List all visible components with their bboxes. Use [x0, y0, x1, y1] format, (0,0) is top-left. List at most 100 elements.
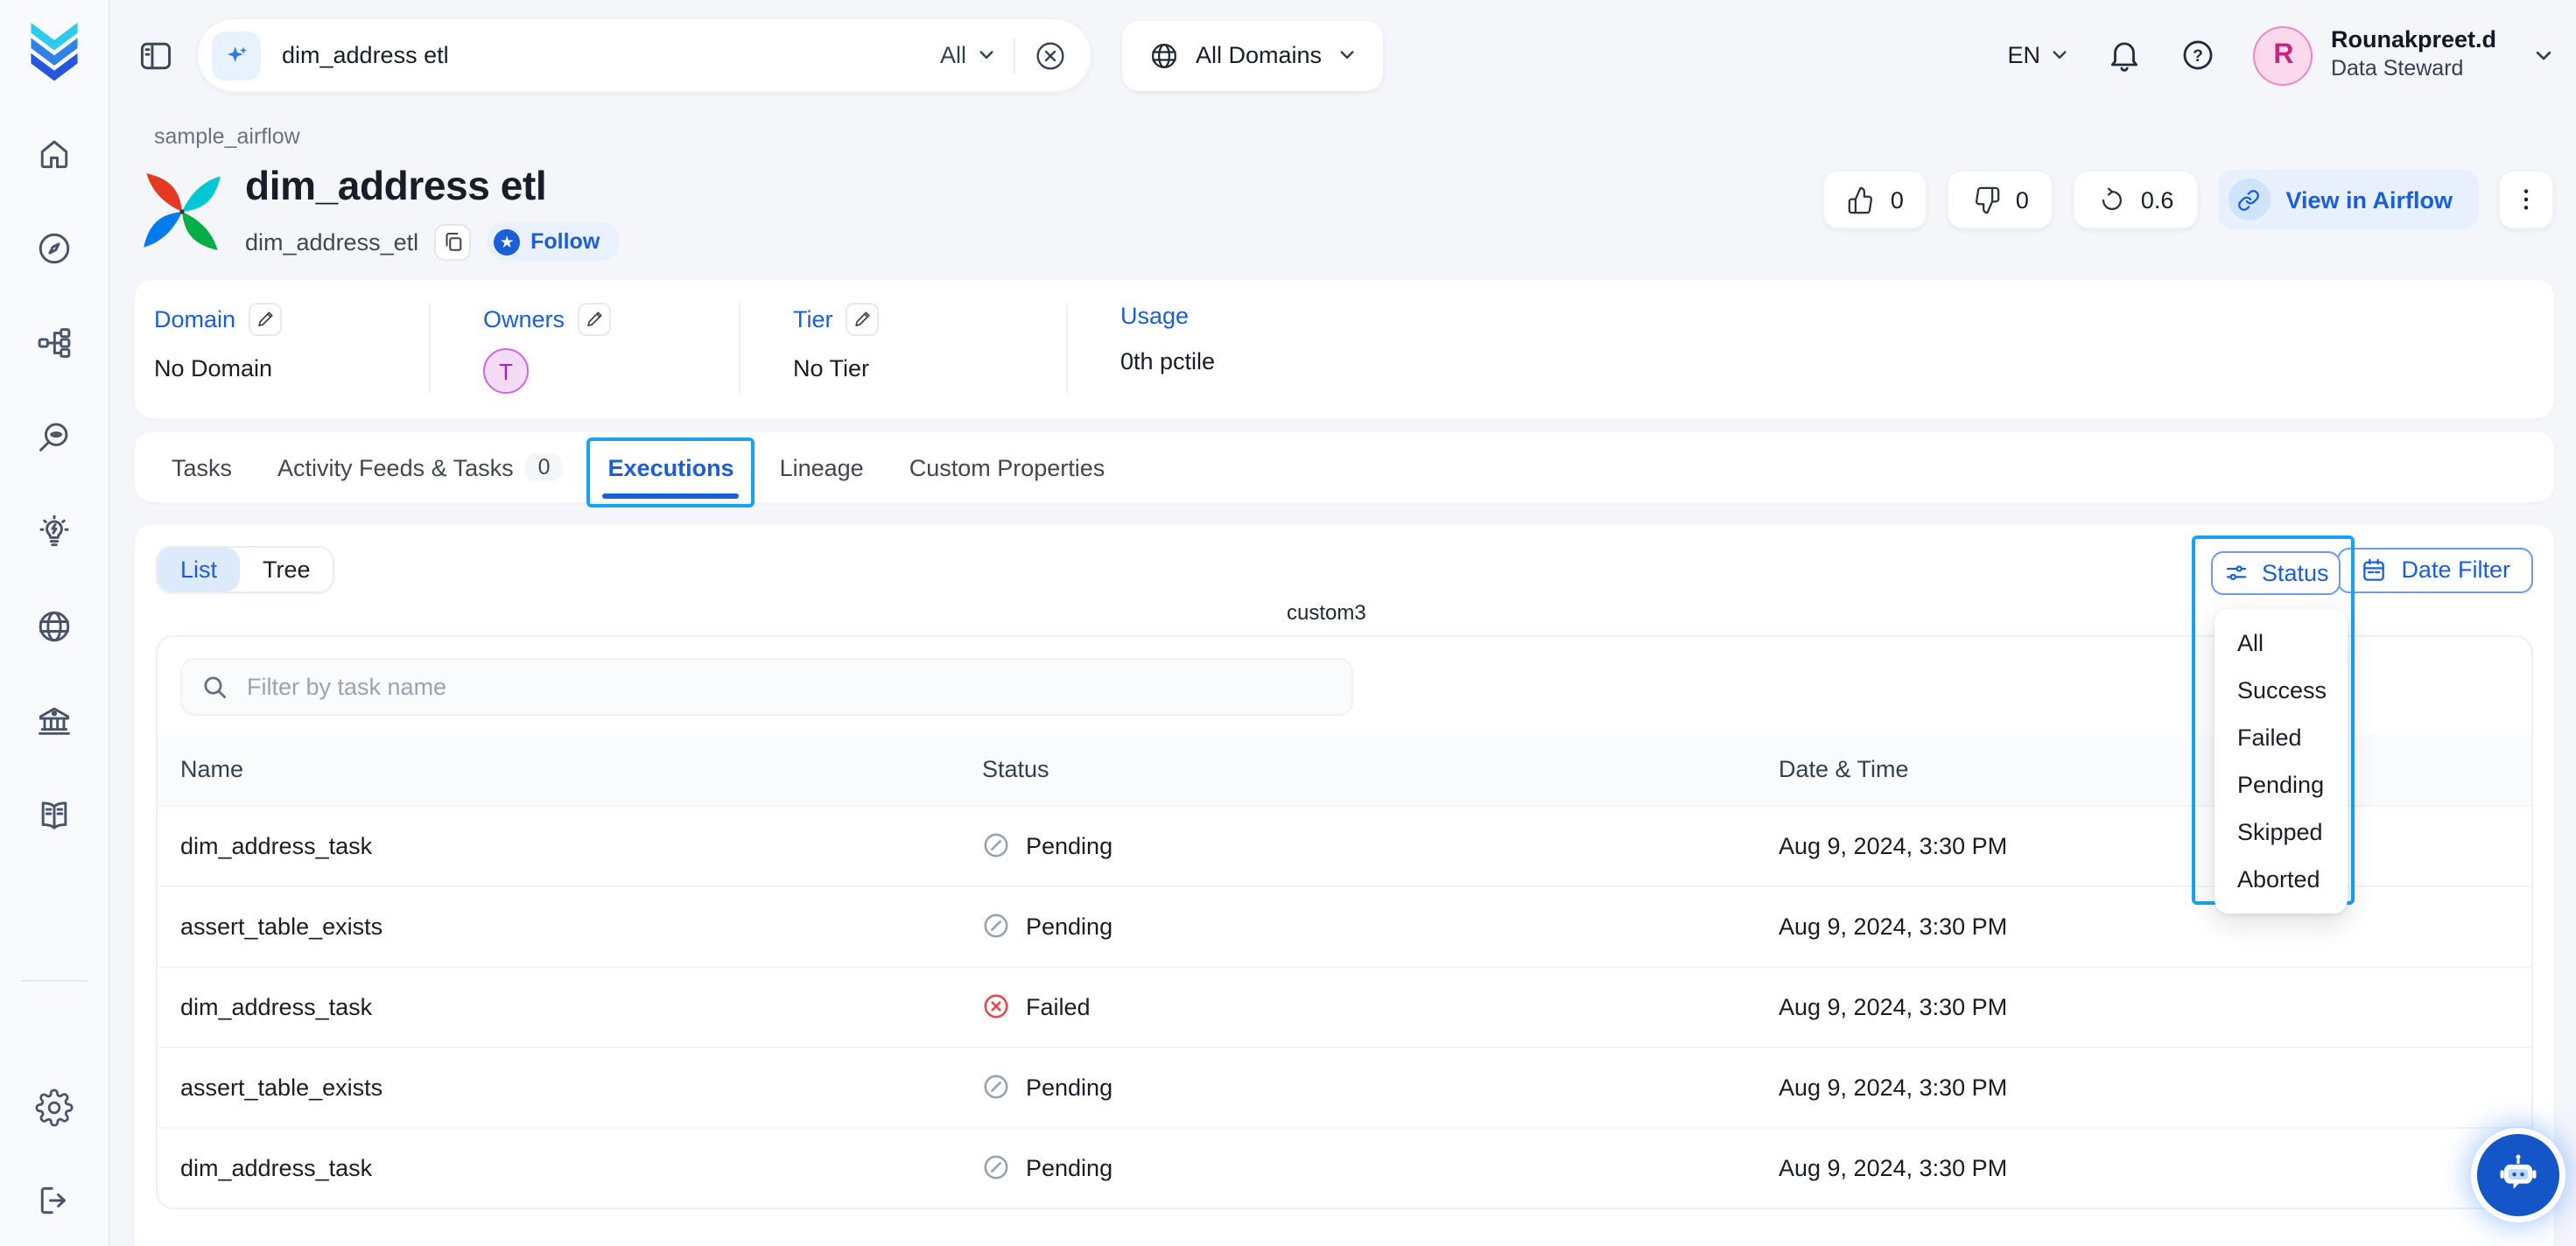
top-navbar: All All Domains EN	[110, 0, 2576, 110]
clear-search-icon[interactable]	[1033, 38, 1068, 73]
more-options-button[interactable]	[2498, 170, 2554, 229]
notifications-bell-icon[interactable]	[2107, 37, 2144, 74]
observability-search-eye-icon[interactable]	[35, 418, 74, 457]
tab-activity[interactable]: Activity Feeds & Tasks 0	[277, 453, 563, 481]
search-icon	[201, 674, 228, 700]
entity-meta-card: Domain No Domain Owners T	[135, 280, 2554, 418]
search-scope-dropdown[interactable]: All	[940, 42, 996, 68]
table-row: dim_address_task Pending Aug 9, 2024, 3:…	[158, 1127, 2531, 1208]
refresh-icon	[2097, 185, 2127, 214]
status-filter-label: Status	[2262, 560, 2329, 586]
thumbs-down-icon	[1972, 185, 2002, 214]
view-toggle-tree[interactable]: Tree	[240, 548, 333, 592]
entity-tabs: Tasks Activity Feeds & Tasks 0 Execution…	[135, 432, 2554, 502]
run-datetime: Aug 9, 2024, 3:30 PM	[1756, 966, 2531, 1046]
upvote-count: 0	[1891, 186, 1904, 213]
status-option-success[interactable]: Success	[2215, 667, 2348, 714]
svg-text:?: ?	[2193, 47, 2204, 66]
user-avatar: R	[2254, 25, 2313, 85]
meta-owners: Owners T	[429, 303, 739, 394]
pending-slash-icon	[982, 912, 1010, 940]
edit-domain-icon[interactable]	[248, 303, 281, 336]
status-filter-button[interactable]: Status	[2211, 551, 2341, 595]
status-filter-highlight-box: Status All Success Failed Pending Skippe…	[2192, 536, 2355, 905]
logout-icon[interactable]	[35, 1181, 74, 1220]
help-icon[interactable]: ?	[2180, 37, 2217, 74]
search-divider	[1014, 38, 1015, 73]
task-filter-box[interactable]	[180, 658, 1353, 716]
view-toggle: List Tree	[156, 546, 335, 593]
view-in-airflow-button[interactable]: View in Airflow	[2217, 170, 2479, 229]
task-filter-input[interactable]	[243, 672, 1332, 702]
all-domains-button[interactable]: All Domains	[1122, 20, 1383, 90]
chevron-down-icon	[1337, 46, 1357, 65]
active-tab-underline	[603, 493, 740, 498]
govern-bank-icon[interactable]	[35, 702, 74, 740]
date-filter-label: Date Filter	[2401, 556, 2510, 583]
status-option-pending[interactable]: Pending	[2215, 761, 2348, 808]
thumbs-up-icon	[1847, 185, 1877, 214]
downvote-button[interactable]: 0	[1948, 170, 2053, 229]
global-search-bar[interactable]: All	[196, 18, 1092, 93]
tab-custom-properties[interactable]: Custom Properties	[909, 454, 1106, 480]
sidebar-nav	[35, 135, 74, 835]
language-selector[interactable]: EN	[2007, 42, 2070, 68]
entity-header: dim_address etl dim_address_etl ★ Follow	[135, 161, 2554, 261]
explore-compass-icon[interactable]	[35, 229, 74, 268]
edit-tier-icon[interactable]	[846, 303, 879, 336]
breadcrumb[interactable]: sample_airflow	[154, 124, 2554, 149]
lineage-sitemap-icon[interactable]	[35, 324, 74, 362]
owners-label: Owners	[483, 306, 565, 332]
insights-bulb-icon[interactable]	[35, 513, 74, 551]
chat-assistant-button[interactable]	[2477, 1134, 2559, 1216]
edit-owners-icon[interactable]	[577, 303, 610, 336]
tab-executions[interactable]: Executions	[608, 454, 734, 480]
link-icon	[2228, 178, 2270, 220]
table-header-row: Name Status Date & Time	[158, 735, 2531, 805]
app-window: All All Domains EN	[0, 0, 2576, 1246]
owner-avatar[interactable]: T	[483, 348, 529, 394]
globe-icon	[1148, 39, 1180, 71]
table-row: dim_address_task Failed Aug 9, 2024, 3:3…	[158, 966, 2531, 1046]
status-option-all[interactable]: All	[2215, 620, 2348, 667]
score-button[interactable]: 0.6	[2073, 170, 2199, 229]
pending-slash-icon	[982, 831, 1010, 859]
executions-table: Name Status Date & Time dim_address_task…	[158, 735, 2531, 1208]
table-row: assert_table_exists Pending Aug 9, 2024,…	[158, 1046, 2531, 1127]
tab-lineage[interactable]: Lineage	[780, 454, 864, 480]
user-menu[interactable]: R Rounakpreet.d Data Steward	[2254, 25, 2496, 85]
search-input[interactable]	[278, 40, 923, 70]
view-toggle-list[interactable]: List	[158, 548, 240, 592]
status-option-failed[interactable]: Failed	[2215, 714, 2348, 761]
status-label: Pending	[1026, 913, 1113, 939]
home-icon[interactable]	[35, 135, 74, 173]
activity-count-badge: 0	[526, 453, 563, 481]
follow-label: Follow	[530, 229, 600, 254]
sidebar-divider	[21, 980, 88, 982]
follow-button[interactable]: ★ Follow	[487, 222, 619, 261]
custom3-label: custom3	[1287, 600, 1366, 625]
settings-gear-icon[interactable]	[35, 1088, 74, 1127]
app-logo-icon[interactable]	[28, 23, 81, 82]
glossary-book-icon[interactable]	[35, 796, 74, 835]
task-name: assert_table_exists	[158, 1046, 959, 1127]
status-option-aborted[interactable]: Aborted	[2215, 856, 2348, 903]
sidebar-toggle-icon[interactable]	[137, 36, 175, 74]
chevron-down-icon[interactable]	[2533, 45, 2554, 66]
tab-tasks[interactable]: Tasks	[172, 454, 232, 480]
page-title: dim_address etl	[245, 163, 619, 210]
ai-sparkle-icon	[212, 31, 261, 80]
status-option-skipped[interactable]: Skipped	[2215, 808, 2348, 856]
table-row: assert_table_exists Pending Aug 9, 2024,…	[158, 886, 2531, 966]
domains-globe-icon[interactable]	[35, 607, 74, 646]
tab-executions-label: Executions	[608, 454, 734, 480]
pending-slash-icon	[982, 1073, 1010, 1101]
left-sidebar	[0, 0, 110, 1246]
page-content: sample_airflow dim_address etl dim_addre…	[110, 110, 2576, 1246]
chevron-down-icon	[2051, 46, 2070, 65]
view-in-airflow-label: View in Airflow	[2285, 186, 2453, 213]
upvote-button[interactable]: 0	[1822, 170, 1928, 229]
date-filter-button[interactable]: Date Filter	[2336, 547, 2533, 592]
copy-icon[interactable]	[434, 223, 471, 260]
navbar-right: EN ? R Rounakpreet.d Data Steward	[2007, 25, 2554, 85]
